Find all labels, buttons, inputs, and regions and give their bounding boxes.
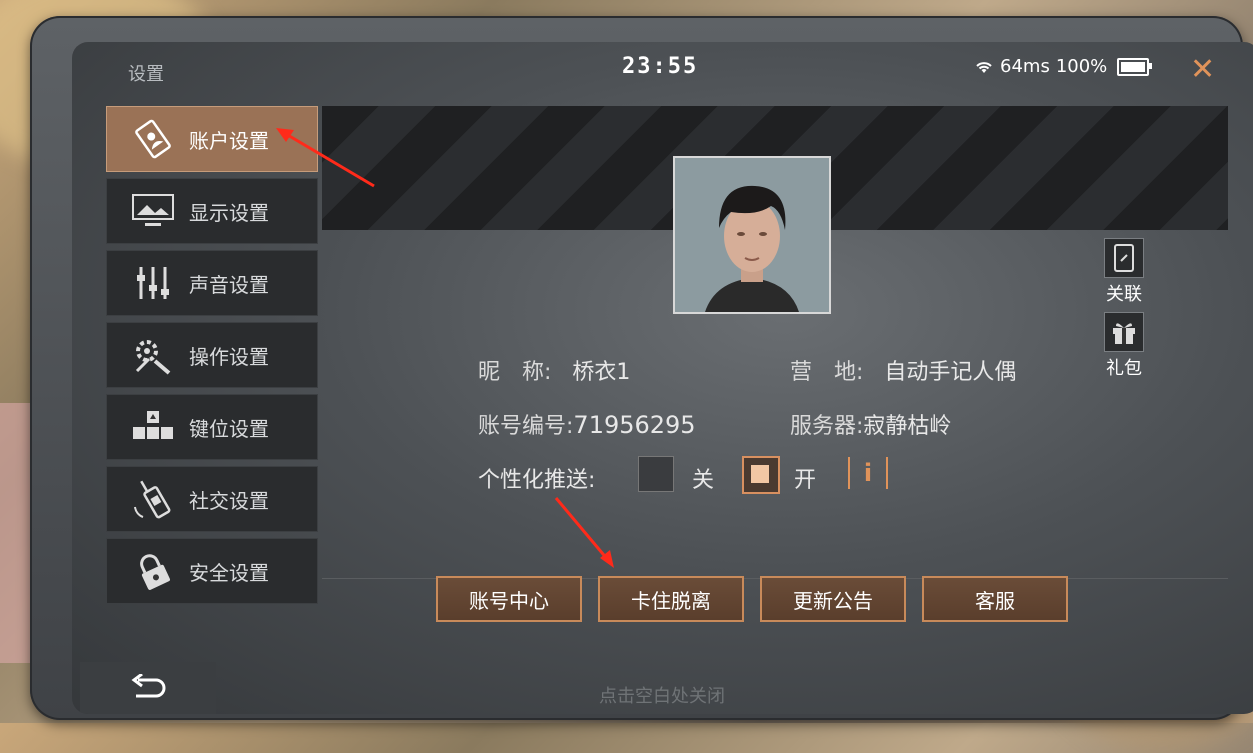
sidebar-item-label: 社交设置 <box>189 488 269 513</box>
camp-value: 自动手记人偶 <box>884 360 1017 385</box>
push-label: 个性化推送: <box>478 468 596 493</box>
battery-icon <box>1117 57 1153 76</box>
announcement-button[interactable]: 更新公告 <box>760 576 906 622</box>
sidebar-item-label: 键位设置 <box>189 416 269 441</box>
sidebar-item-social[interactable]: 社交设置 <box>106 466 318 532</box>
sidebar-item-security[interactable]: 安全设置 <box>106 538 318 604</box>
phone-link-icon <box>1104 238 1144 278</box>
account-id-value: 71956295 <box>573 411 696 439</box>
push-on-label: 开 <box>794 468 817 493</box>
nickname-row: 昵 称: 桥衣1 <box>478 354 630 386</box>
wifi-icon <box>976 61 992 73</box>
account-id-label: 账号编号: <box>478 414 574 439</box>
avatar <box>673 156 831 314</box>
back-button[interactable] <box>80 662 216 714</box>
camp-label: 营 地: <box>790 360 864 385</box>
gear-tools-icon <box>129 335 177 375</box>
clock: 23:55 <box>622 54 699 79</box>
gift-button[interactable]: 礼包 <box>1100 312 1148 380</box>
push-off-label: 关 <box>692 468 715 493</box>
server-value: 寂静枯岭 <box>863 414 952 439</box>
page-title: 设置 <box>128 64 164 85</box>
gift-label: 礼包 <box>1106 358 1142 379</box>
profile-side-actions: 关联 礼包 <box>1100 238 1148 386</box>
ping-value: 64ms <box>1000 56 1050 77</box>
keyboard-keys-icon <box>129 407 177 447</box>
sidebar-item-keybind[interactable]: 键位设置 <box>106 394 318 460</box>
sidebar-item-label: 声音设置 <box>189 272 269 297</box>
display-monitor-icon <box>129 191 177 231</box>
sidebar-item-display[interactable]: 显示设置 <box>106 178 318 244</box>
device-frame: 设置 23:55 64ms 100% ✕ 账户设置 显示设置 声音设置 操作设置… <box>30 16 1253 720</box>
battery-percent: 100% <box>1055 56 1108 77</box>
sidebar-item-label: 显示设置 <box>189 200 269 225</box>
account-id-row: 账号编号:71956295 <box>478 408 696 440</box>
account-center-button[interactable]: 账号中心 <box>436 576 582 622</box>
close-button[interactable]: ✕ <box>1190 52 1215 87</box>
padlock-icon <box>129 551 177 591</box>
server-label: 服务器: <box>790 414 864 439</box>
info-icon[interactable]: i <box>848 457 888 489</box>
walkie-talkie-icon <box>129 479 177 519</box>
settings-panel: 设置 23:55 64ms 100% ✕ 账户设置 显示设置 声音设置 操作设置… <box>72 42 1253 714</box>
nickname-label: 昵 称: <box>478 360 552 385</box>
link-account-button[interactable]: 关联 <box>1100 238 1148 306</box>
nickname-value: 桥衣1 <box>572 360 631 385</box>
sidebar-item-account[interactable]: 账户设置 <box>106 106 318 172</box>
sidebar-item-label: 安全设置 <box>189 560 269 585</box>
unstuck-button[interactable]: 卡住脱离 <box>598 576 744 622</box>
camp-row: 营 地: 自动手记人偶 <box>790 354 1016 386</box>
sidebar-item-sound[interactable]: 声音设置 <box>106 250 318 316</box>
customer-service-button[interactable]: 客服 <box>922 576 1068 622</box>
sidebar-item-label: 操作设置 <box>189 344 269 369</box>
push-on-checkbox[interactable] <box>742 456 780 494</box>
back-arrow-icon <box>131 674 166 698</box>
sound-sliders-icon <box>129 263 177 303</box>
sidebar-item-label: 账户设置 <box>189 128 269 153</box>
push-off-checkbox[interactable] <box>638 456 674 492</box>
gift-icon <box>1104 312 1144 352</box>
close-hint: 点击空白处关闭 <box>599 686 725 707</box>
server-row: 服务器:寂静枯岭 <box>790 408 951 440</box>
settings-sidebar: 账户设置 显示设置 声音设置 操作设置 键位设置 社交设置 安全设置 <box>106 106 318 610</box>
link-account-label: 关联 <box>1106 284 1142 305</box>
sidebar-item-controls[interactable]: 操作设置 <box>106 322 318 388</box>
account-card-icon <box>129 119 177 159</box>
status-bar: 64ms 100% <box>974 56 1153 77</box>
